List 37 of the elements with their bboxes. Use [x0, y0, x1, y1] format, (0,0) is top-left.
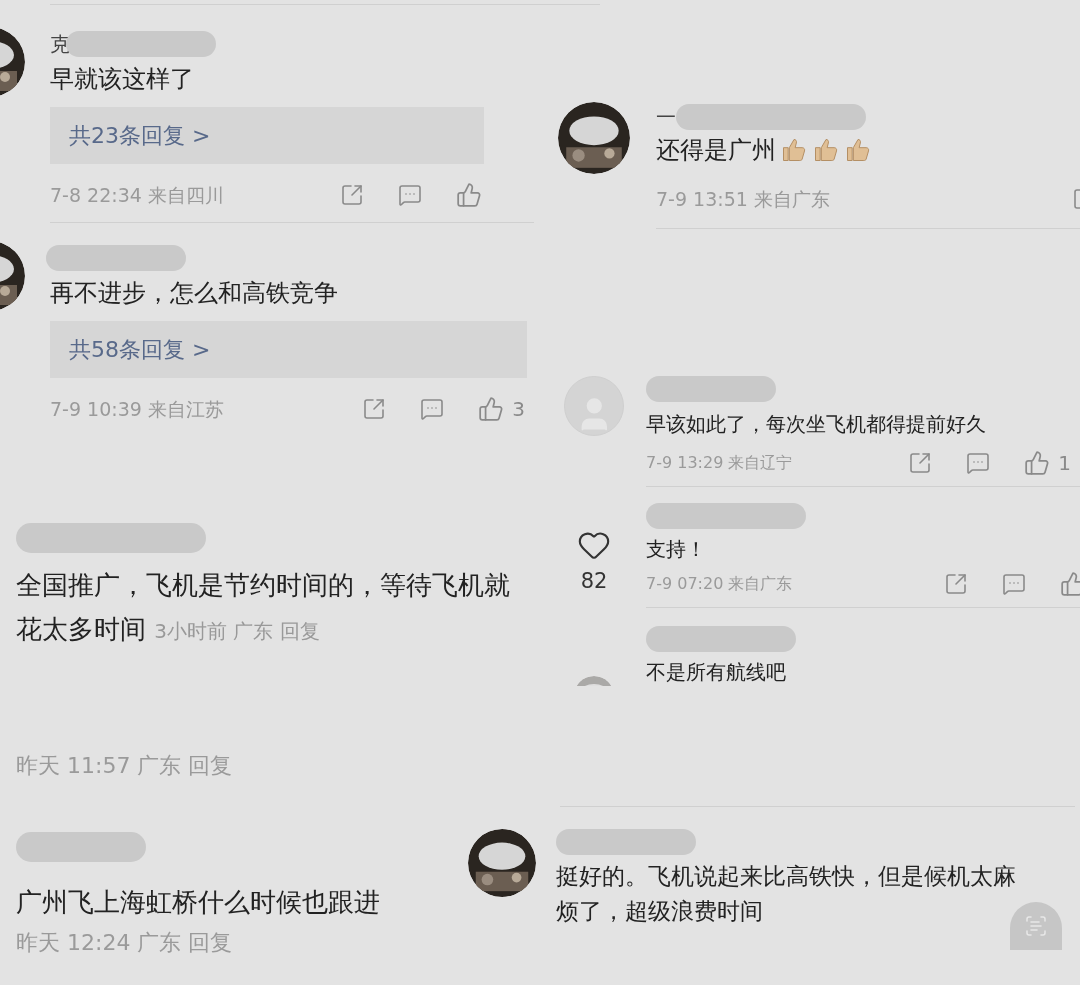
comment-meta: 7-9 10:39 来自江苏 [50, 396, 224, 422]
replies-link[interactable]: 共23条回复 > [50, 107, 484, 164]
comment-text: 支持！ [646, 536, 707, 563]
comment-text: 早就该这样了 [50, 64, 195, 95]
like-icon[interactable] [456, 182, 482, 208]
comment-text: 挺好的。飞机说起来比高铁快，但是候机太麻烦了，超级浪费时间 [556, 862, 1017, 926]
user-name[interactable]: 克 [50, 29, 70, 59]
like-icon[interactable] [1024, 450, 1051, 476]
comment-meta: 7-9 13:29 来自辽宁 [646, 452, 793, 474]
scan-icon [1024, 914, 1048, 938]
comment-meta: 7-8 22:34 来自四川 [50, 182, 224, 208]
comment-icon[interactable] [398, 183, 422, 207]
user-name[interactable]: 一 [656, 102, 676, 132]
comment-text: 广州飞上海虹桥什么时候也跟进 [16, 886, 381, 919]
like-icon[interactable] [1060, 571, 1080, 597]
comment-icon[interactable] [1002, 572, 1026, 596]
like-icon[interactable] [478, 396, 505, 422]
comment-icon[interactable] [420, 397, 445, 421]
scan-button[interactable] [1010, 902, 1062, 950]
comment-text: 再不进步，怎么和高铁竞争 [50, 278, 339, 309]
like-count: 3 [512, 396, 525, 423]
share-icon[interactable] [908, 451, 933, 475]
comment-meta: 昨天 12:24 广东 回复 [16, 929, 234, 957]
comment-meta: 昨天 11:57 广东 回复 [16, 752, 234, 780]
share-icon[interactable] [944, 572, 968, 596]
comment-text: 早该如此了，每次坐飞机都得提前好久 [646, 411, 987, 438]
comment-meta: 7-9 13:51 来自广东 [656, 186, 830, 212]
comment-text: 还得是广州 [656, 135, 776, 166]
share-icon[interactable] [340, 183, 364, 207]
like-count: 82 [580, 568, 608, 595]
comment-meta: 7-9 07:20 来自广东 [646, 573, 793, 595]
like-count: 1 [1058, 450, 1071, 477]
comment-text: 全国推广，飞机是节约时间的，等待飞机就花太多时间 3小时前 广东 回复 [16, 569, 511, 646]
replies-link[interactable]: 共58条回复 > [50, 321, 527, 378]
comment-text: 不是所有航线吧 [646, 659, 787, 686]
share-icon[interactable] [362, 397, 387, 421]
comment-icon[interactable] [966, 451, 991, 475]
